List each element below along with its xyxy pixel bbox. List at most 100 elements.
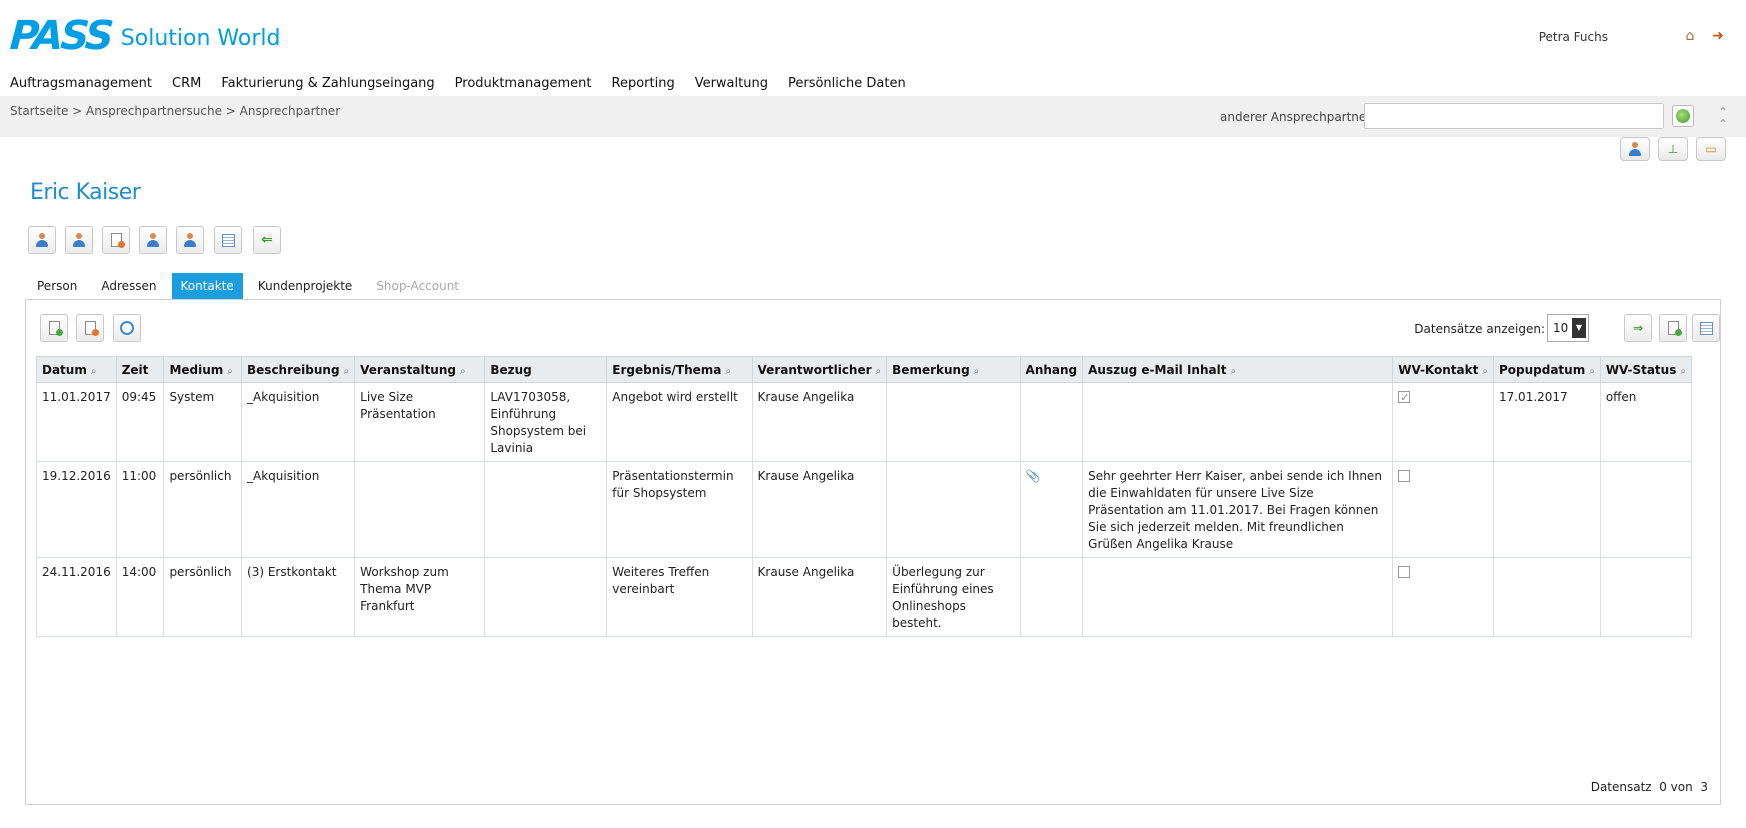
cell-datum: 19.12.2016	[36, 461, 117, 558]
table-header-row: Datum ⌕ Zeit Medium ⌕ Beschreibung ⌕ Verans…	[36, 356, 1693, 383]
table-row[interactable]: 24.11.2016 14:00 persönlich (3) Erstkont…	[36, 557, 1693, 637]
cell-ergebnis: Weiteres Treffen vereinbart	[606, 557, 753, 637]
sort-icon[interactable]: ⌕	[1230, 366, 1236, 377]
delete-contact-button[interactable]	[76, 314, 104, 342]
col-veranstaltung[interactable]: Veranstaltung ⌕	[354, 356, 486, 383]
cell-wv-kontakt	[1392, 557, 1494, 637]
cell-medium: System	[163, 382, 243, 462]
nav-verwaltung[interactable]: Verwaltung	[695, 76, 768, 91]
cell-datum: 24.11.2016	[36, 557, 117, 637]
card-button[interactable]: ▭	[1696, 137, 1726, 161]
cell-veranstaltung: Workshop zum Thema MVP Frankfurt	[354, 557, 486, 637]
tab-kontakte[interactable]: Kontakte	[171, 273, 243, 299]
cell-beschreibung: _Akquisition	[241, 461, 356, 558]
cell-wv-status	[1599, 461, 1693, 558]
export-icon: ⇒	[1632, 321, 1644, 335]
person-delete-icon	[72, 233, 86, 247]
nav-crm[interactable]: CRM	[172, 76, 201, 91]
col-wv-status[interactable]: WV-Status ⌕	[1599, 356, 1693, 383]
cell-wv-status: offen	[1599, 382, 1693, 462]
cell-datum: 11.01.2017	[36, 382, 117, 462]
person-move-button[interactable]	[176, 226, 204, 254]
other-contact-input[interactable]	[1364, 103, 1664, 129]
tab-person[interactable]: Person	[28, 273, 86, 299]
export-button[interactable]: ⇒	[1624, 314, 1652, 342]
nav-persoenliche-daten[interactable]: Persönliche Daten	[788, 76, 906, 91]
records-per-page-select[interactable]: 10 ▼	[1547, 314, 1589, 342]
cell-veranstaltung: Live Size Präsentation	[354, 382, 486, 462]
col-bemerkung[interactable]: Bemerkung ⌕	[886, 356, 1021, 383]
sort-icon[interactable]: ⌕	[91, 366, 97, 377]
col-anhang: Anhang	[1019, 356, 1084, 383]
col-zeit: Zeit	[115, 356, 165, 383]
persons-group-icon	[146, 233, 160, 247]
breadcrumb[interactable]: Startseite > Ansprechpartnersuche > Ansp…	[10, 104, 340, 118]
sort-icon[interactable]: ⌕	[1680, 366, 1686, 377]
back-button[interactable]: ⇐	[253, 226, 281, 254]
col-datum[interactable]: Datum ⌕	[36, 356, 117, 383]
cell-auszug-email	[1082, 382, 1394, 462]
col-beschreibung[interactable]: Beschreibung ⌕	[241, 356, 356, 383]
settings-icon	[1699, 321, 1713, 335]
delete-person-button[interactable]	[65, 226, 93, 254]
sort-icon[interactable]: ⌕	[876, 366, 882, 377]
wv-kontakt-checkbox[interactable]	[1398, 389, 1411, 406]
cell-anhang	[1019, 382, 1084, 462]
person-view-button[interactable]	[1620, 137, 1650, 161]
go-button[interactable]	[1672, 105, 1694, 127]
current-user: Petra Fuchs	[1538, 30, 1608, 44]
nav-fakturierung[interactable]: Fakturierung & Zahlungseingang	[221, 76, 434, 91]
hierarchy-button[interactable]: ⊥	[1658, 137, 1688, 161]
col-wv-kontakt[interactable]: WV-Kontakt ⌕	[1392, 356, 1494, 383]
cell-verantwortlicher: Krause Angelika	[751, 461, 888, 558]
sort-icon[interactable]: ⌕	[227, 366, 233, 377]
wv-kontakt-checkbox[interactable]	[1398, 566, 1411, 578]
collapse-icon[interactable]: ⌃ ⌃	[1718, 106, 1728, 130]
edit-person-button[interactable]	[28, 226, 56, 254]
table-row[interactable]: 11.01.2017 09:45 System _Akquisition Liv…	[36, 382, 1693, 462]
home-icon[interactable]: ⌂	[1682, 28, 1698, 44]
wv-kontakt-checkbox[interactable]	[1398, 470, 1411, 482]
nav-produktmanagement[interactable]: Produktmanagement	[455, 76, 592, 91]
col-ergebnis-thema[interactable]: Ergebnis/Thema ⌕	[606, 356, 753, 383]
cell-verantwortlicher: Krause Angelika	[751, 382, 888, 462]
main-navigation: Auftragsmanagement CRM Fakturierung & Za…	[10, 76, 926, 91]
logo-wordmark: PASS	[8, 13, 113, 59]
list-button[interactable]	[214, 226, 242, 254]
sort-icon[interactable]: ⌕	[344, 366, 350, 377]
cell-auszug-email: Sehr geehrter Herr Kaiser, anbei sende i…	[1082, 461, 1394, 558]
tab-kundenprojekte[interactable]: Kundenprojekte	[249, 273, 361, 299]
sort-icon[interactable]: ⌕	[460, 366, 466, 377]
sort-icon[interactable]: ⌕	[974, 366, 980, 377]
attachment-icon[interactable]: 📎	[1026, 469, 1041, 483]
sort-icon[interactable]: ⌕	[1482, 366, 1488, 377]
clock-icon	[120, 321, 134, 335]
cell-beschreibung: _Akquisition	[241, 382, 356, 462]
logout-icon[interactable]: ➜	[1710, 28, 1726, 44]
nav-reporting[interactable]: Reporting	[612, 76, 675, 91]
cell-veranstaltung	[354, 461, 486, 558]
hierarchy-icon: ⊥	[1667, 142, 1679, 156]
tab-adressen[interactable]: Adressen	[92, 273, 165, 299]
logo-subtitle: Solution World	[120, 26, 281, 51]
col-auszug-email[interactable]: Auszug e-Mail Inhalt ⌕	[1082, 356, 1394, 383]
persons-group-button[interactable]	[139, 226, 167, 254]
settings-button[interactable]	[1692, 314, 1720, 342]
col-popupdatum[interactable]: Popupdatum ⌕	[1492, 356, 1601, 383]
col-verantwortlicher[interactable]: Verantwortlicher ⌕	[751, 356, 888, 383]
cell-ergebnis: Angebot wird erstellt	[606, 382, 753, 462]
sort-icon[interactable]: ⌕	[1589, 366, 1595, 377]
cell-bezug: LAV1703058, Einführung Shopsystem bei La…	[484, 382, 608, 462]
add-column-button[interactable]	[1659, 314, 1687, 342]
nav-auftragsmanagement[interactable]: Auftragsmanagement	[10, 76, 152, 91]
copy-document-button[interactable]	[102, 226, 130, 254]
cell-zeit: 09:45	[115, 382, 165, 462]
reminder-button[interactable]	[113, 314, 141, 342]
table-row[interactable]: 19.12.2016 11:00 persönlich _Akquisition…	[36, 461, 1693, 558]
logo: PASS Solution World	[8, 13, 281, 59]
new-contact-button[interactable]	[40, 314, 68, 342]
contacts-panel: Datensätze anzeigen: 10 ▼ ⇒ Datum ⌕ Zeit …	[25, 299, 1721, 805]
col-medium[interactable]: Medium ⌕	[163, 356, 243, 383]
cell-bemerkung	[886, 461, 1021, 558]
sort-icon[interactable]: ⌕	[725, 366, 731, 377]
